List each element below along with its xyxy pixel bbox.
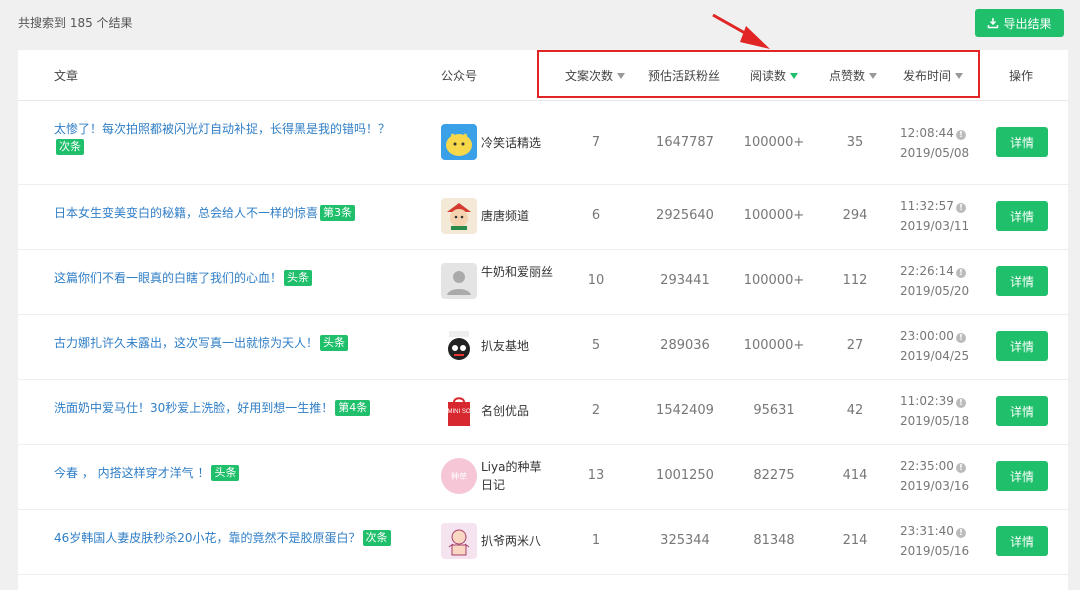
position-tag: 第3条 <box>320 205 356 221</box>
account-name: 名创优品 <box>481 404 530 418</box>
avatar <box>441 263 477 299</box>
table-row: 日本女生变美变白的秘籍，总会给人不一样的惊喜 第3条 唐唐频道 6 2925640… <box>18 184 1068 250</box>
active-fans: 1542409 <box>656 403 714 418</box>
account-name: 扒爷两米八 <box>481 534 542 548</box>
publish-time: 23:31:40! 2019/05/16 <box>900 524 970 558</box>
copy-count: 13 <box>587 468 605 483</box>
active-fans: 289036 <box>660 338 710 353</box>
position-tag: 头条 <box>284 270 313 286</box>
avatar <box>441 523 477 559</box>
table-row: 今春 ， 内搭这样穿才洋气 ！头条 种草 Liya的种草日记 13 100125… <box>18 444 1068 510</box>
read-count: 95631 <box>753 403 795 418</box>
publish-time: 11:02:39! 2019/05/18 <box>900 394 970 428</box>
article-link[interactable]: 太惨了！每次拍照都被闪光灯自动补捉，长得黑是我的错吗！？ <box>54 122 390 136</box>
info-icon[interactable]: ! <box>955 463 966 473</box>
highlight-box <box>537 50 980 98</box>
active-fans: 1001250 <box>656 468 714 483</box>
table-row: 46岁韩国人妻皮肤秒杀20小花，靠的竟然不是胶原蛋白？ 次条 扒爷两米八 1 32… <box>18 509 1068 575</box>
like-count: 35 <box>846 135 864 150</box>
article-link[interactable]: 46岁韩国人妻皮肤秒杀20小花，靠的竟然不是胶原蛋白？ <box>54 531 361 545</box>
like-count: 414 <box>842 468 868 483</box>
position-tag: 头条 <box>211 465 240 481</box>
avatar <box>441 198 477 234</box>
svg-text:MINI SO: MINI SO <box>447 409 470 415</box>
download-icon <box>988 18 999 29</box>
top-bar: 共搜索到 185 个结果 导出结果 <box>0 0 1080 48</box>
copy-count: 7 <box>591 135 601 150</box>
active-fans: 325344 <box>660 533 710 548</box>
header-account: 公众号 <box>441 69 478 83</box>
read-count: 100000+ <box>743 273 805 288</box>
active-fans: 1647787 <box>656 135 714 150</box>
article-link[interactable]: 这篇你们不看一眼真的白瞎了我们的心血！ <box>54 271 282 285</box>
detail-button[interactable]: 详情 <box>996 461 1048 491</box>
info-icon[interactable]: ! <box>955 130 966 140</box>
result-count: 共搜索到 185 个结果 <box>18 16 133 30</box>
detail-button[interactable]: 详情 <box>996 127 1048 157</box>
table-row: 太惨了！每次拍照都被闪光灯自动补捉，长得黑是我的错吗！？ 次条 冷笑话精选 7 1… <box>18 101 1068 185</box>
read-count: 81348 <box>753 533 795 548</box>
avatar <box>441 328 477 364</box>
table-row: 洗面奶中爱马仕！30秒爱上洗脸，好用到想一生推！ 第4条 MINI SO 名创优品… <box>18 379 1068 445</box>
account-name: Liya的种草日记 <box>481 460 542 492</box>
copy-count: 10 <box>587 273 605 288</box>
svg-text:种草: 种草 <box>451 471 467 481</box>
article-link[interactable]: 洗面奶中爱马仕！30秒爱上洗脸，好用到想一生推！ <box>54 401 333 415</box>
header-article: 文章 <box>54 69 79 83</box>
info-icon[interactable]: ! <box>955 203 966 213</box>
account-name: 扒友基地 <box>481 339 530 353</box>
avatar: 种草 <box>441 458 477 494</box>
copy-count: 2 <box>591 403 601 418</box>
copy-count: 1 <box>591 533 601 548</box>
detail-button[interactable]: 详情 <box>996 266 1048 296</box>
avatar: MINI SO <box>441 393 477 429</box>
detail-button[interactable]: 详情 <box>996 396 1048 426</box>
table-header: 文章 公众号 文案次数 预估活跃粉丝 阅读数 点赞数 发布时间 操作 <box>18 50 1068 101</box>
detail-button[interactable]: 详情 <box>996 201 1048 231</box>
publish-time: 22:26:14! 2019/05/20 <box>900 264 970 298</box>
table-row: 古力娜扎许久未露出，这次写真一出就惊为天人！ 头条 扒友基地 5 289036 1… <box>18 314 1068 380</box>
like-count: 294 <box>842 208 868 223</box>
read-count: 100000+ <box>743 135 805 150</box>
account-name: 牛奶和爱丽丝 <box>481 265 554 279</box>
article-link[interactable]: 古力娜扎许久未露出，这次写真一出就惊为天人！ <box>54 336 318 350</box>
table-row: 这篇你们不看一眼真的白瞎了我们的心血！ 头条 牛奶和爱丽丝 10 293441 1… <box>18 249 1068 315</box>
header-action: 操作 <box>1009 69 1034 83</box>
position-tag: 头条 <box>320 335 349 351</box>
active-fans: 293441 <box>660 273 710 288</box>
results-table: 文章 公众号 文案次数 预估活跃粉丝 阅读数 点赞数 发布时间 操作 太惨了！每… <box>18 50 1068 590</box>
article-link[interactable]: 日本女生变美变白的秘籍，总会给人不一样的惊喜 <box>54 206 318 220</box>
account-name: 唐唐频道 <box>481 209 530 223</box>
publish-time: 22:35:00! 2019/03/16 <box>900 459 970 493</box>
like-count: 112 <box>842 273 868 288</box>
read-count: 100000+ <box>743 208 805 223</box>
account-name: 冷笑话精选 <box>481 136 542 150</box>
info-icon[interactable]: ! <box>955 268 966 278</box>
like-count: 42 <box>846 403 864 418</box>
position-tag: 次条 <box>362 530 391 546</box>
info-icon[interactable]: ! <box>955 528 966 538</box>
avatar <box>441 124 477 160</box>
like-count: 27 <box>846 338 864 353</box>
detail-button[interactable]: 详情 <box>996 526 1048 556</box>
copy-count: 6 <box>591 208 601 223</box>
read-count: 82275 <box>753 468 795 483</box>
info-icon[interactable]: ! <box>955 398 966 408</box>
position-tag: 次条 <box>56 139 84 155</box>
publish-time: 12:08:44! 2019/05/08 <box>900 126 970 160</box>
export-label: 导出结果 <box>1003 16 1052 31</box>
active-fans: 2925640 <box>656 208 714 223</box>
read-count: 100000+ <box>743 338 805 353</box>
copy-count: 5 <box>591 338 601 353</box>
publish-time: 23:00:00! 2019/04/25 <box>900 329 970 363</box>
like-count: 214 <box>842 533 868 548</box>
publish-time: 11:32:57! 2019/03/11 <box>900 199 970 233</box>
info-icon[interactable]: ! <box>955 333 966 343</box>
export-button[interactable]: 导出结果 <box>975 9 1064 37</box>
position-tag: 第4条 <box>335 400 371 416</box>
detail-button[interactable]: 详情 <box>996 331 1048 361</box>
article-link[interactable]: 今春 ， 内搭这样穿才洋气 ！ <box>54 466 209 480</box>
